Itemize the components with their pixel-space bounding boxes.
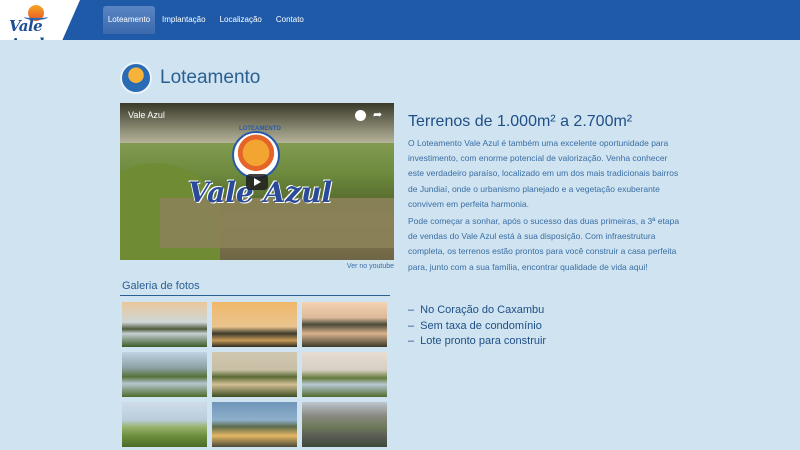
video-title: Vale Azul (128, 110, 165, 120)
headline: Terrenos de 1.000m² a 2.700m² (408, 113, 633, 130)
feature-label: Sem taxa de condomínio (420, 319, 542, 332)
gallery-thumbnail[interactable] (302, 302, 387, 347)
paragraph-sales: Pode começar a sonhar, após o sucesso da… (408, 216, 680, 272)
youtube-link[interactable]: Ver no youtube (330, 263, 394, 270)
gallery-thumbnail[interactable] (302, 352, 387, 397)
video-player[interactable]: Vale Azul ➦ LOTEAMENTO Vale Azul (120, 103, 394, 260)
watch-later-icon[interactable] (355, 110, 366, 121)
gallery-title: Galeria de fotos (122, 280, 200, 292)
nav-item-contato[interactable]: Contato (269, 6, 311, 34)
feature-item: – Sem taxa de condomínio (408, 319, 546, 335)
gallery-thumbnail[interactable] (212, 402, 297, 447)
dash-icon: – (408, 304, 415, 316)
gallery-thumbnail[interactable] (212, 302, 297, 347)
feature-label: No Coração do Caxambu (420, 304, 545, 316)
paragraph-intro: O Loteamento Vale Azul é também uma exce… (408, 138, 679, 209)
feature-list: – No Coração do Caxambu – Sem taxa de cond… (408, 303, 546, 350)
feature-label: Lote pronto para construir (420, 335, 547, 347)
feature-item: – No Coração do Caxambu (408, 303, 546, 319)
dash-icon: – (408, 319, 415, 332)
dash-icon: – (408, 335, 415, 347)
gallery-thumbnail[interactable] (212, 352, 297, 397)
logo[interactable]: Vale Azul (0, 0, 80, 40)
header-bar: Vale Azul Loteamento Implantação Localiz… (0, 0, 800, 40)
nav-item-loteamento[interactable]: Loteamento (103, 6, 155, 34)
page-title: Loteamento (160, 67, 261, 88)
sunset-logo-icon (120, 62, 152, 94)
feature-item: – Lote pronto para construir (408, 334, 546, 350)
nav-item-implantacao[interactable]: Implantação (155, 6, 213, 34)
logo-text: Vale Azul (9, 17, 44, 53)
gallery-thumbnail[interactable] (302, 402, 387, 447)
main-nav: Loteamento Implantação Localização Conta… (103, 6, 311, 34)
play-icon[interactable] (246, 174, 268, 190)
share-icon[interactable]: ➦ (373, 108, 382, 121)
gallery-thumbnail[interactable] (122, 352, 207, 397)
gallery-thumbnail[interactable] (122, 302, 207, 347)
sunset-badge-icon (232, 131, 280, 179)
gallery-thumbnail[interactable] (122, 402, 207, 447)
gallery-divider (120, 295, 390, 296)
nav-item-localizacao[interactable]: Localização (213, 6, 269, 34)
